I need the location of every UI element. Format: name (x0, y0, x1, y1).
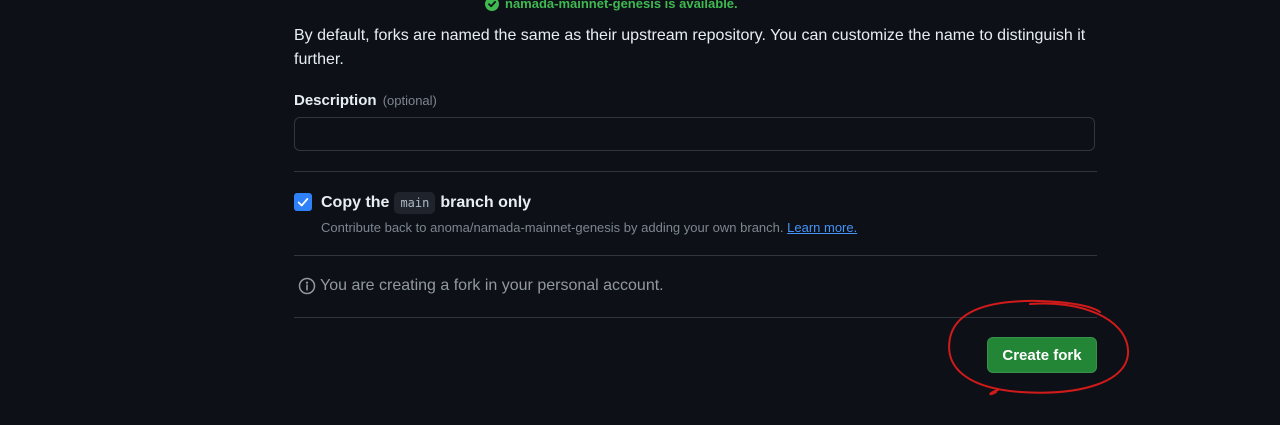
divider (294, 317, 1097, 318)
copy-branch-suffix: branch only (440, 194, 532, 211)
description-input[interactable] (294, 117, 1095, 151)
copy-branch-label[interactable]: Copy the main branch only (321, 192, 531, 214)
info-icon (298, 277, 316, 295)
checkmark-icon (297, 198, 309, 207)
learn-more-link[interactable]: Learn more. (787, 220, 857, 235)
description-label: Description (optional) (294, 92, 437, 109)
copy-branch-help: Contribute back to anoma/namada-mainnet-… (321, 220, 857, 235)
create-fork-button[interactable]: Create fork (987, 337, 1097, 373)
availability-status: namada-mainnet-genesis is available. (485, 0, 738, 11)
personal-account-notice: You are creating a fork in your personal… (298, 277, 664, 295)
copy-branch-help-text: Contribute back to anoma/namada-mainnet-… (321, 220, 784, 235)
optional-hint: (optional) (382, 93, 437, 108)
copy-main-branch-checkbox[interactable] (294, 193, 312, 211)
divider (294, 171, 1097, 172)
check-circle-icon (485, 0, 499, 11)
copy-branch-prefix: Copy the (321, 194, 390, 211)
divider (294, 255, 1097, 256)
branch-name-code: main (394, 192, 436, 214)
create-fork-page: namada-mainnet-genesis is available. By … (0, 0, 1280, 425)
personal-account-notice-text: You are creating a fork in your personal… (320, 277, 664, 294)
fork-naming-help: By default, forks are named the same as … (294, 27, 1086, 68)
availability-text: namada-mainnet-genesis is available. (505, 0, 738, 11)
description-label-text: Description (294, 92, 377, 109)
